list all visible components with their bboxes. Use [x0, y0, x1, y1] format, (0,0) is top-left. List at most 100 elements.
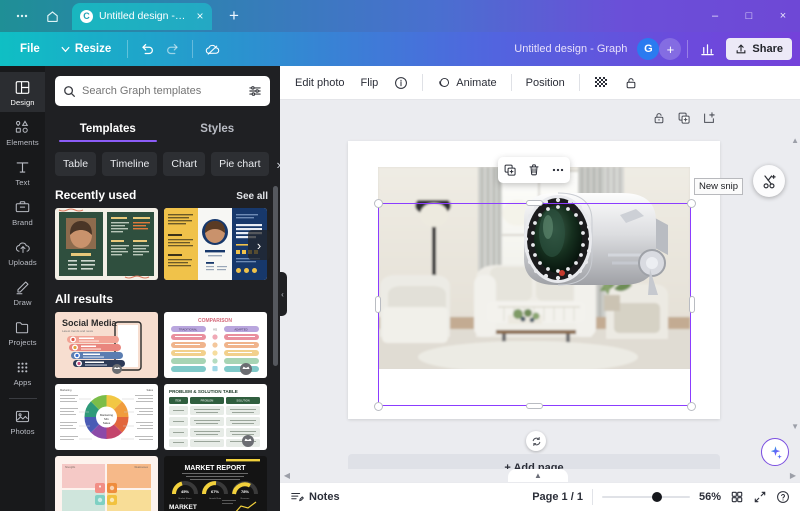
- add-page-icon[interactable]: [702, 111, 716, 125]
- notes-label: Notes: [309, 491, 340, 503]
- resize-handle-bl[interactable]: [373, 401, 383, 411]
- fullscreen-icon[interactable]: [753, 490, 767, 504]
- flip-button[interactable]: Flip: [354, 72, 386, 94]
- collapse-panel-handle[interactable]: ‹: [278, 272, 287, 316]
- close-icon[interactable]: ×: [194, 9, 206, 23]
- magic-studio-button[interactable]: [761, 438, 789, 466]
- help-icon[interactable]: [776, 490, 790, 504]
- document-title[interactable]: Untitled design - Graph: [514, 43, 627, 55]
- share-button[interactable]: Share: [726, 38, 792, 60]
- info-icon[interactable]: [387, 71, 415, 95]
- all-results-title: All results: [55, 292, 114, 306]
- sidebar-item-projects[interactable]: Projects: [0, 312, 45, 352]
- sidebar-item-text-label: Text: [15, 178, 30, 187]
- lock-icon[interactable]: [617, 71, 645, 95]
- tab-templates[interactable]: Templates: [53, 116, 163, 142]
- cloud-save-icon[interactable]: [199, 37, 225, 61]
- sidebar-item-apps-label: Apps: [13, 378, 32, 387]
- canvas-area[interactable]: + Add page ▲ ▼: [280, 100, 800, 482]
- maximize-button[interactable]: □: [732, 0, 766, 32]
- tab-styles[interactable]: Styles: [163, 116, 273, 142]
- scroll-down-arrow[interactable]: ▼: [791, 422, 799, 431]
- list-item[interactable]: Strengths Weaknesses: [55, 456, 158, 511]
- animate-button[interactable]: Animate: [430, 71, 503, 95]
- duplicate-page-icon[interactable]: [677, 111, 691, 125]
- chip-pie-chart[interactable]: Pie chart: [211, 152, 269, 176]
- recently-used-see-all[interactable]: See all: [236, 191, 268, 202]
- list-item[interactable]: MARKET REPORT 45% Market Share 67% Growt…: [164, 456, 267, 511]
- list-item[interactable]: Marketing Sales Marketing Mix Sales: [55, 384, 158, 450]
- editor-area: Edit photo Flip Animate Position + Add p…: [280, 66, 800, 511]
- resize-handle-top[interactable]: [526, 200, 543, 206]
- lock-page-icon[interactable]: [652, 111, 666, 125]
- sidebar-item-elements[interactable]: Elements: [0, 112, 45, 152]
- svg-text:45%: 45%: [181, 489, 189, 494]
- animate-label: Animate: [456, 76, 497, 89]
- new-snip-button[interactable]: [753, 165, 785, 197]
- insights-icon[interactable]: [694, 37, 720, 61]
- new-tab-button[interactable]: +: [220, 3, 248, 30]
- sidebar-item-design[interactable]: Design: [0, 72, 45, 112]
- ellipsis-icon[interactable]: [8, 3, 36, 29]
- edit-photo-button[interactable]: Edit photo: [288, 72, 352, 94]
- resize-handle-right[interactable]: [689, 296, 695, 313]
- trash-icon[interactable]: [527, 163, 541, 177]
- more-options-icon[interactable]: [551, 163, 565, 177]
- file-menu-button[interactable]: File: [10, 38, 50, 60]
- resize-handle-br[interactable]: [686, 401, 696, 411]
- scroll-up-arrow[interactable]: ▲: [791, 136, 799, 145]
- sidebar-item-text[interactable]: Text: [0, 152, 45, 192]
- sidebar-item-apps[interactable]: Apps: [0, 352, 45, 392]
- chip-chart[interactable]: Chart: [163, 152, 206, 176]
- sidebar-item-brand[interactable]: Brand: [0, 192, 45, 232]
- minimize-button[interactable]: –: [698, 0, 732, 32]
- page-actions: [652, 111, 716, 125]
- sidebar-item-draw[interactable]: Draw: [0, 272, 45, 312]
- svg-text:Latest trends and news: Latest trends and news: [62, 329, 94, 333]
- sidebar-item-uploads[interactable]: Uploads: [0, 232, 45, 272]
- notes-button[interactable]: Notes: [290, 490, 340, 504]
- resize-handle-bottom[interactable]: [526, 403, 543, 409]
- carousel-next-button[interactable]: ›: [248, 230, 270, 260]
- svg-text:MARKET: MARKET: [169, 504, 197, 511]
- svg-text:Strengths: Strengths: [65, 466, 76, 469]
- scroll-left-arrow[interactable]: ◀: [280, 471, 294, 480]
- position-button[interactable]: Position: [519, 72, 572, 94]
- avatar[interactable]: G: [637, 38, 660, 60]
- undo-icon[interactable]: [134, 37, 160, 61]
- svg-text:Market Share: Market Share: [178, 497, 192, 500]
- search-icon: [64, 85, 75, 97]
- svg-text:MARKET REPORT: MARKET REPORT: [184, 465, 246, 472]
- resize-button[interactable]: Resize: [50, 38, 121, 60]
- list-item[interactable]: PROBLEM & SOLUTION TABLE ITEM PROBLEM SO…: [164, 384, 267, 450]
- templates-panel: Templates Styles Table Timeline Chart Pi…: [45, 66, 280, 511]
- duplicate-icon[interactable]: [503, 163, 517, 177]
- chip-timeline[interactable]: Timeline: [102, 152, 158, 176]
- list-item[interactable]: COMPARISON TRADITIONAL ADAPTED VS: [164, 312, 267, 378]
- status-divider: [591, 489, 593, 505]
- resize-handle-tl[interactable]: [373, 198, 383, 208]
- list-item[interactable]: Social Media Latest trends and news: [55, 312, 158, 378]
- list-item[interactable]: [55, 208, 158, 280]
- transparency-icon[interactable]: [587, 71, 615, 95]
- sidebar-item-photos[interactable]: Photos: [0, 401, 45, 441]
- canva-editor-window: C Untitled design - G... × + – □ × File …: [0, 0, 800, 511]
- search-input[interactable]: [82, 85, 242, 97]
- chip-table[interactable]: Table: [55, 152, 97, 176]
- redo-icon[interactable]: [160, 37, 186, 61]
- invite-collaborator-button[interactable]: +: [659, 38, 682, 60]
- zoom-knob[interactable]: [651, 492, 662, 502]
- rotate-handle-icon[interactable]: [526, 431, 546, 451]
- search-box[interactable]: [55, 76, 270, 106]
- home-icon[interactable]: [38, 3, 66, 29]
- zoom-slider[interactable]: [601, 490, 690, 504]
- close-window-button[interactable]: ×: [766, 0, 800, 32]
- scroll-right-arrow[interactable]: ▶: [786, 471, 800, 480]
- browser-tab[interactable]: C Untitled design - G... ×: [72, 2, 212, 30]
- resize-handle-tr[interactable]: [686, 198, 696, 208]
- left-rail: Design Elements Text Brand Uploads Draw …: [0, 66, 45, 511]
- grid-view-icon[interactable]: [730, 490, 744, 504]
- notes-expand-tab[interactable]: ▲: [508, 469, 568, 482]
- canvas-image[interactable]: [378, 167, 690, 369]
- resize-handle-left[interactable]: [375, 296, 381, 313]
